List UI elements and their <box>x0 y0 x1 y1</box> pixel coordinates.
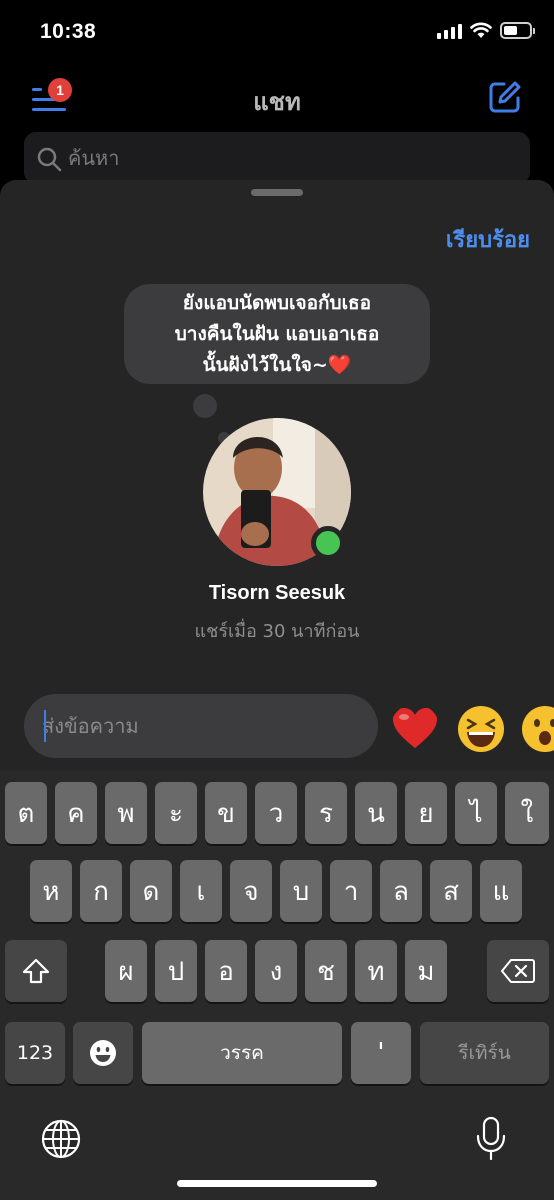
key[interactable]: บ <box>280 860 322 922</box>
search-icon <box>37 147 62 172</box>
key[interactable]: แ <box>480 860 522 922</box>
online-status-dot <box>311 526 345 560</box>
key[interactable]: ะ <box>155 782 197 844</box>
key[interactable]: ท <box>355 940 397 1002</box>
battery-icon <box>500 22 535 39</box>
status-bar: 10:38 <box>0 0 554 66</box>
key[interactable]: ห <box>30 860 72 922</box>
note-bubble[interactable]: ยังแอบนัดพบเจอกับเธอ บางคืนในฝัน แอบเอาเ… <box>124 284 430 384</box>
emoji-key[interactable] <box>73 1022 133 1084</box>
keyboard: ต ค พ ะ ข ว ร น ย ไ ใ ห ก ด เ จ บ า ล ส … <box>0 770 554 1200</box>
key[interactable]: ช <box>305 940 347 1002</box>
key[interactable]: ไ <box>455 782 497 844</box>
key[interactable]: ร <box>305 782 347 844</box>
key[interactable]: ด <box>130 860 172 922</box>
user-name: Tisorn Seesuk <box>208 582 346 604</box>
heart-reaction-icon[interactable] <box>390 704 440 754</box>
key[interactable]: ล <box>380 860 422 922</box>
key[interactable]: ใ <box>505 782 549 844</box>
bubble-tail <box>193 394 217 418</box>
key[interactable]: ป <box>155 940 197 1002</box>
search-bar[interactable] <box>24 132 530 184</box>
key[interactable]: ผ <box>105 940 147 1002</box>
key[interactable]: ว <box>255 782 297 844</box>
globe-icon[interactable] <box>40 1118 82 1160</box>
key[interactable]: า <box>330 860 372 922</box>
key[interactable]: ส <box>430 860 472 922</box>
apostrophe-key[interactable]: ' <box>351 1022 411 1084</box>
compose-icon[interactable] <box>488 80 522 114</box>
text-caret <box>44 710 46 742</box>
shift-key[interactable] <box>5 940 67 1002</box>
note-line: นั้นฝังไว้ในใจ~❤️ <box>202 354 352 376</box>
key[interactable]: ต <box>5 782 47 844</box>
key[interactable]: จ <box>230 860 272 922</box>
key[interactable]: ก <box>80 860 122 922</box>
emoji-icon <box>90 1040 116 1066</box>
key[interactable]: ง <box>255 940 297 1002</box>
note-sheet: เรียบร้อย ยังแอบนัดพบเจอกับเธอ บางคืนในฝ… <box>0 180 554 780</box>
message-input[interactable] <box>42 710 362 742</box>
key[interactable]: ข <box>205 782 247 844</box>
shared-time: แชร์เมื่อ 30 นาทีก่อน <box>194 621 360 642</box>
wifi-icon <box>470 22 492 38</box>
sheet-grabber[interactable] <box>251 189 303 196</box>
key[interactable]: ม <box>405 940 447 1002</box>
laughing-face-reaction-icon[interactable] <box>456 704 506 754</box>
key[interactable]: ย <box>405 782 447 844</box>
chat-header: 1 แชท <box>0 66 554 130</box>
search-input[interactable] <box>68 142 508 174</box>
key[interactable]: ค <box>55 782 97 844</box>
done-button[interactable]: เรียบร้อย <box>446 222 530 257</box>
status-time: 10:38 <box>40 20 97 43</box>
backspace-icon <box>501 959 535 983</box>
key[interactable]: พ <box>105 782 147 844</box>
backspace-key[interactable] <box>487 940 549 1002</box>
cellular-signal-icon <box>437 23 462 39</box>
status-icons <box>437 22 535 39</box>
key[interactable]: น <box>355 782 397 844</box>
return-key[interactable]: รีเทิร์น <box>420 1022 549 1084</box>
message-input-container[interactable] <box>24 694 378 758</box>
key[interactable]: เ <box>180 860 222 922</box>
surprised-face-reaction-icon[interactable] <box>520 704 554 754</box>
key[interactable]: อ <box>205 940 247 1002</box>
home-indicator <box>177 1180 377 1187</box>
page-title: แชท <box>253 88 301 116</box>
note-line: บางคืนในฝัน แอบเอาเธอ <box>174 323 380 345</box>
note-line: ยังแอบนัดพบเจอกับเธอ <box>182 292 372 314</box>
numbers-key[interactable]: 123 <box>5 1022 65 1084</box>
shift-icon <box>22 958 50 984</box>
microphone-icon[interactable] <box>474 1116 508 1162</box>
space-key[interactable]: วรรค <box>142 1022 342 1084</box>
